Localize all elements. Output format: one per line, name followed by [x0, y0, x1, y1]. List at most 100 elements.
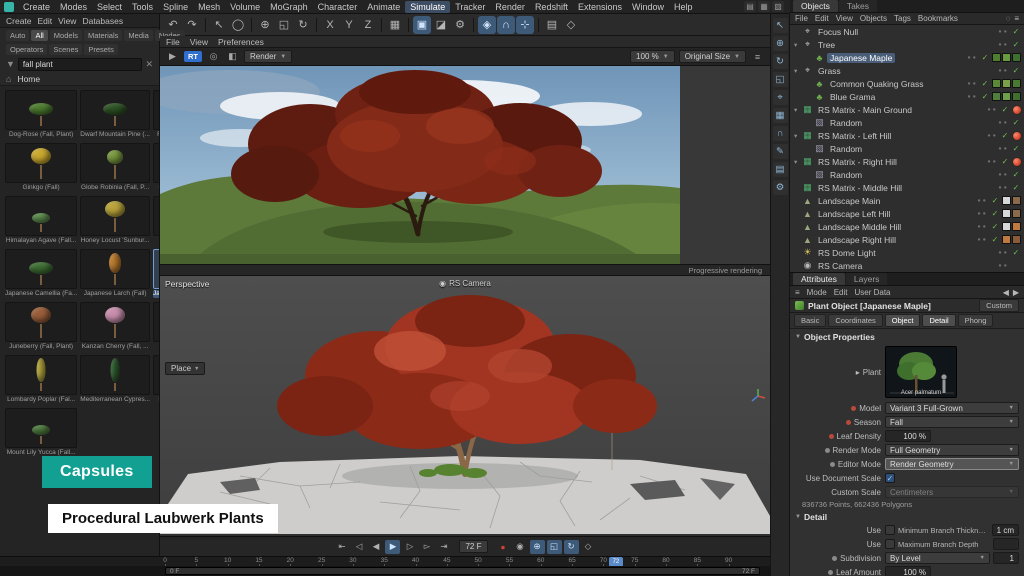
om-menu-bookmarks[interactable]: Bookmarks — [918, 14, 958, 23]
material-thumbnail[interactable] — [1002, 235, 1011, 244]
visibility-dots[interactable]: ●● — [967, 94, 978, 100]
keyframe-dot[interactable] — [829, 434, 834, 439]
search-icon[interactable]: ◌ — [1006, 14, 1011, 23]
play-render-icon[interactable]: ▶ — [165, 50, 180, 64]
render-mode-dropdown[interactable]: Render ▼ — [244, 50, 292, 63]
enabled-check-icon[interactable]: ✓ — [1011, 183, 1021, 192]
ab-subtab-presets[interactable]: Presets — [84, 44, 117, 55]
asset-item[interactable]: Himalayan Agave (Fall... — [5, 196, 77, 245]
object-row[interactable]: ▲Landscape Main●●✓ — [790, 194, 1024, 207]
asset-item[interactable]: Mediterranean Dwarf... — [153, 355, 159, 404]
visibility-dots[interactable]: ●● — [987, 107, 998, 113]
material-thumbnail[interactable] — [1002, 53, 1011, 62]
hamburger-icon[interactable]: ≡ — [795, 288, 800, 297]
asset-item[interactable]: Dog-Rose (Fall, Plant) — [5, 90, 77, 139]
visibility-dots[interactable]: ●● — [967, 55, 978, 61]
parameter-field[interactable] — [993, 538, 1019, 550]
scale-icon[interactable]: ◱ — [773, 72, 788, 87]
material-thumbnail[interactable] — [1002, 79, 1011, 88]
layout-single-icon[interactable]: ▤ — [744, 1, 756, 12]
asset-item[interactable]: Honey Locust 'Sunbur... — [80, 196, 150, 245]
material-thumbnail[interactable] — [992, 79, 1001, 88]
menu-tools[interactable]: Tools — [127, 1, 158, 13]
object-row[interactable]: ▾▦RS Matrix - Main Ground●●✓ — [790, 103, 1024, 116]
asset-item[interactable]: Jacaranda (Fall, Plant) — [153, 196, 159, 245]
am-menu-user-data[interactable]: User Data — [854, 288, 890, 297]
tab-takes[interactable]: Takes — [839, 0, 877, 12]
asset-item[interactable]: Kanzan Cherry (Fall, ... — [80, 302, 150, 351]
snapshot-icon[interactable]: ◎ — [206, 50, 221, 64]
snap-button[interactable]: ⊹ — [516, 16, 534, 34]
menu-simulate[interactable]: Simulate — [405, 1, 450, 13]
select-button[interactable]: ↖ — [210, 16, 228, 34]
asset-item[interactable]: Ginkgo (Fall) — [5, 143, 77, 192]
object-row[interactable]: ▾⌖Tree●●✓ — [790, 38, 1024, 51]
forward-icon[interactable]: ▶ — [1013, 288, 1019, 297]
cursor-icon[interactable]: ↖ — [773, 18, 788, 33]
size-dropdown[interactable]: Original Size ▼ — [679, 50, 746, 63]
material-thumbnail[interactable] — [1002, 222, 1011, 231]
redo-button[interactable]: ↷ — [183, 16, 201, 34]
am-menu-edit[interactable]: Edit — [834, 288, 848, 297]
menu-help[interactable]: Help — [669, 1, 698, 13]
redshift-material-icon[interactable] — [1013, 158, 1021, 166]
asset-item[interactable]: Japanese Camellia (Fa... — [5, 249, 77, 298]
filter-icon[interactable]: ≡ — [1014, 14, 1019, 23]
visibility-dots[interactable]: ●● — [977, 211, 988, 217]
parameter-field[interactable]: 1 cm — [992, 524, 1019, 536]
enabled-check-icon[interactable]: ✓ — [1011, 248, 1021, 257]
enabled-check-icon[interactable]: ✓ — [1011, 40, 1021, 49]
menu-window[interactable]: Window — [627, 1, 669, 13]
om-menu-tags[interactable]: Tags — [894, 14, 911, 23]
object-row[interactable]: ⌖Focus Null●●✓ — [790, 25, 1024, 38]
asset-item[interactable]: Field Maple (Fall, Plant) — [153, 90, 159, 139]
asset-item[interactable]: Globe Robinia (Fall, P... — [80, 143, 150, 192]
enabled-check-icon[interactable]: ✓ — [1011, 118, 1021, 127]
layout-custom-icon[interactable]: ▧ — [772, 1, 784, 12]
editor-mode-dropdown[interactable]: Render Geometry▼ — [885, 458, 1019, 470]
current-frame-field[interactable]: 72 F — [459, 540, 487, 553]
expand-arrow[interactable]: ▾ — [794, 67, 802, 75]
visibility-dots[interactable]: ●● — [977, 237, 988, 243]
plant-preview[interactable]: Acer palmatum — [885, 346, 957, 398]
menu-animate[interactable]: Animate — [362, 1, 405, 13]
record-position-button[interactable]: ⊕ — [530, 540, 545, 554]
asset-item[interactable]: Japanese Larch (Fall) — [80, 249, 150, 298]
ab-menu-databases[interactable]: Databases — [82, 16, 123, 26]
asset-item[interactable]: Mediterranean Cypres... — [80, 355, 150, 404]
material-thumbnail[interactable] — [1012, 79, 1021, 88]
keyframe-dot[interactable] — [828, 570, 833, 575]
breadcrumb[interactable]: ⌂ Home — [0, 72, 159, 86]
ab-subtab-operators[interactable]: Operators — [6, 44, 47, 55]
object-row[interactable]: ▲Landscape Middle Hill●●✓ — [790, 220, 1024, 233]
visibility-dots[interactable]: ●● — [998, 185, 1009, 191]
enabled-check-icon[interactable]: ✓ — [1000, 131, 1010, 140]
goto-end-button[interactable]: ⇥ — [436, 540, 451, 554]
filter-icon[interactable]: ▼ — [6, 59, 15, 69]
menu-extensions[interactable]: Extensions — [573, 1, 627, 13]
object-row[interactable]: ◉RS Camera●● — [790, 259, 1024, 272]
keyframe-dot[interactable] — [830, 462, 835, 467]
record-scale-button[interactable]: ◱ — [547, 540, 562, 554]
record-rotation-button[interactable]: ↻ — [564, 540, 579, 554]
next-frame-button[interactable]: ▷ — [402, 540, 417, 554]
material-thumbnail[interactable] — [1012, 222, 1021, 231]
visibility-dots[interactable]: ●● — [998, 172, 1009, 178]
ab-tab-materials[interactable]: Materials — [84, 30, 122, 41]
visibility-dots[interactable]: ●● — [977, 198, 988, 204]
clear-search-icon[interactable]: ✕ — [145, 59, 153, 70]
om-menu-edit[interactable]: Edit — [815, 14, 829, 23]
expand-arrow[interactable]: ▾ — [794, 106, 802, 114]
object-row[interactable]: ▦RS Matrix - Middle Hill●●✓ — [790, 181, 1024, 194]
keyframe-dot[interactable] — [825, 448, 830, 453]
object-row[interactable]: ▾⌖Grass●●✓ — [790, 64, 1024, 77]
visibility-dots[interactable]: ●● — [987, 159, 998, 165]
axis-x-button[interactable]: X — [321, 16, 339, 34]
timeline-ruler[interactable]: 05101520253035404550556065707580859072 — [0, 556, 790, 566]
use-checkbox[interactable] — [885, 539, 895, 549]
asset-item[interactable]: Japanese Maple (Fall, Pl... — [153, 249, 159, 298]
menu-select[interactable]: Select — [92, 1, 127, 13]
move-icon[interactable]: ⊕ — [773, 36, 788, 51]
render-mode-dropdown[interactable]: Full Geometry▼ — [885, 444, 1019, 456]
visibility-dots[interactable]: ●● — [998, 146, 1009, 152]
